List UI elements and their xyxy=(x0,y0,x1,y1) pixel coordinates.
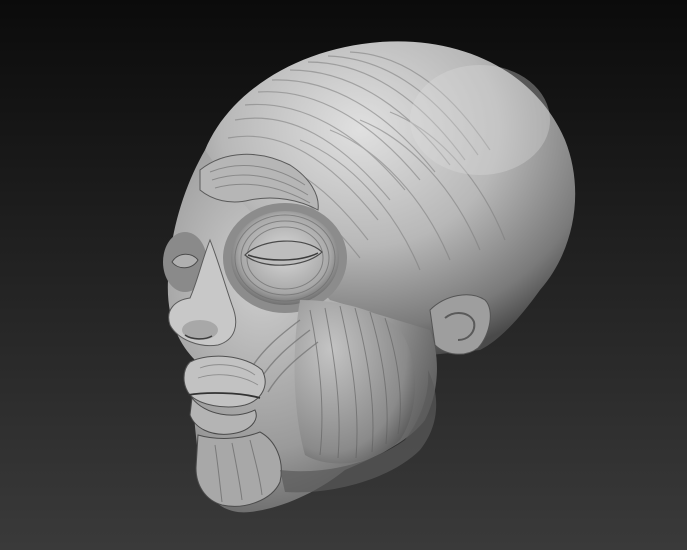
sculpt-render xyxy=(0,0,687,550)
mouth xyxy=(183,355,266,435)
sculpt-viewport[interactable] xyxy=(0,0,687,550)
chin xyxy=(195,431,282,507)
eye-orbit xyxy=(223,203,347,313)
